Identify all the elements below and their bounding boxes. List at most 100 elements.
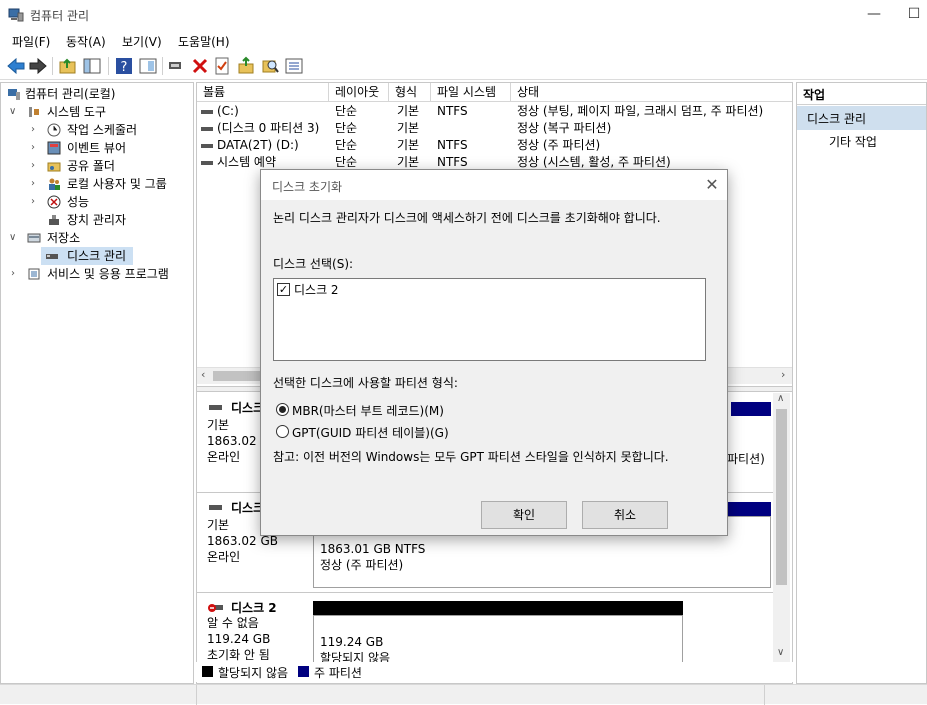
properties-pane-icon[interactable] — [138, 56, 158, 76]
tree-label: 성능 — [67, 195, 90, 209]
disk-state: 온라인 — [207, 550, 241, 564]
partition-status: 파티션) — [727, 452, 765, 466]
disk-error-icon — [208, 604, 223, 612]
disk-2-checkbox[interactable]: ✓ — [277, 283, 290, 296]
scroll-down-icon[interactable]: ∨ — [777, 647, 784, 658]
list-view-icon[interactable] — [284, 56, 304, 76]
checklist-icon[interactable] — [212, 56, 232, 76]
chevron-right-icon[interactable]: › — [11, 265, 15, 283]
services-icon — [28, 268, 40, 280]
dialog-note: 참고: 이전 버전의 Windows는 모두 GPT 파티션 스타일을 인식하지… — [273, 450, 669, 464]
actions-header: 작업 — [797, 83, 926, 105]
menu-view[interactable]: 보기(V) — [122, 33, 162, 50]
unallocated-bar — [313, 601, 683, 615]
dialog-title: 디스크 초기화 — [272, 180, 343, 194]
forward-arrow-icon[interactable] — [28, 56, 48, 76]
partition-style-label: 선택한 디스크에 사용할 파티션 형식: — [273, 376, 458, 390]
actions-more[interactable]: 기타 작업 — [829, 133, 877, 150]
column-header-type[interactable]: 형식 — [389, 83, 431, 102]
search-icon[interactable] — [260, 56, 280, 76]
column-header-status[interactable]: 상태 — [511, 83, 792, 102]
menu-file[interactable]: 파일(F) — [12, 33, 50, 50]
event-viewer-icon — [47, 141, 61, 155]
menu-help[interactable]: 도움말(H) — [178, 33, 230, 50]
cell-type: 기본 — [397, 121, 420, 135]
scroll-left-icon[interactable]: ‹ — [201, 368, 205, 381]
column-header-filesystem[interactable]: 파일 시스템 — [431, 83, 511, 102]
primary-partition-bar — [731, 402, 771, 416]
connect-icon[interactable] — [166, 56, 186, 76]
scroll-up-icon[interactable]: ∧ — [777, 393, 784, 404]
unallocated-box[interactable]: 119.24 GB 할당되지 않음 — [313, 615, 683, 665]
clock-icon — [47, 123, 61, 137]
table-row[interactable]: (디스크 0 파티션 3) 단순 기본 정상 (복구 파티션) — [197, 120, 792, 137]
chevron-down-icon[interactable]: ∨ — [9, 229, 16, 247]
computer-management-icon — [8, 89, 20, 100]
chevron-right-icon[interactable]: › — [31, 139, 35, 157]
vertical-scrollbar[interactable]: ∧ ∨ — [773, 393, 790, 663]
chevron-right-icon[interactable]: › — [31, 157, 35, 175]
mbr-label[interactable]: MBR(마스터 부트 레코드)(M) — [292, 402, 444, 419]
column-header-volume[interactable]: 볼륨 — [197, 83, 329, 102]
cell-status: 정상 (복구 파티션) — [517, 121, 612, 135]
back-arrow-icon[interactable] — [6, 56, 26, 76]
tools-icon — [29, 107, 39, 117]
help-icon[interactable]: ? — [114, 56, 134, 76]
chevron-right-icon[interactable]: › — [31, 175, 35, 193]
legend-label: 주 파티션 — [314, 666, 362, 680]
mbr-radio[interactable] — [276, 403, 289, 416]
legend-swatch-unallocated — [202, 666, 213, 677]
gpt-label[interactable]: GPT(GUID 파티션 테이블)(G) — [292, 424, 449, 441]
volume-icon — [201, 144, 213, 148]
disk-drive-icon — [46, 254, 58, 259]
dialog-message: 논리 디스크 관리자가 디스크에 액세스하기 전에 디스크를 초기화해야 합니다… — [273, 211, 661, 225]
ok-button[interactable]: 확인 — [481, 501, 567, 529]
dialog-title-bar: 디스크 초기화 ✕ — [261, 170, 727, 200]
cell-layout: 단순 — [335, 104, 358, 118]
column-header-layout[interactable]: 레이아웃 — [329, 83, 389, 102]
scroll-right-icon[interactable]: › — [781, 368, 785, 381]
delete-icon[interactable] — [190, 56, 210, 76]
toolbar: ? — [0, 52, 927, 80]
chevron-right-icon[interactable]: › — [31, 193, 35, 211]
table-row[interactable]: (C:) 단순 기본 NTFS 정상 (부팅, 페이지 파일, 크래시 덤프, … — [197, 103, 792, 120]
cell-status: 정상 (주 파티션) — [517, 138, 601, 152]
table-row[interactable]: DATA(2T) (D:) 단순 기본 NTFS 정상 (주 파티션) — [197, 137, 792, 154]
chevron-right-icon[interactable]: › — [31, 121, 35, 139]
tree-label: 장치 관리자 — [67, 213, 127, 227]
maximize-button[interactable]: ☐ — [902, 3, 926, 25]
menu-action[interactable]: 동작(A) — [66, 33, 106, 50]
status-divider — [764, 685, 765, 705]
console-tree: 컴퓨터 관리(로컬) ∨ 시스템 도구 › 작업 스케줄러 › 이벤트 뷰어 ›… — [0, 82, 194, 684]
disk-type: 알 수 없음 — [207, 616, 259, 630]
gpt-radio[interactable] — [276, 425, 289, 438]
volume-icon — [201, 161, 213, 165]
performance-icon — [47, 195, 61, 209]
disk-icon — [209, 405, 222, 410]
minimize-button[interactable]: — — [862, 3, 886, 25]
actions-section-disk-management[interactable]: 디스크 관리 — [797, 106, 926, 130]
show-hide-tree-icon[interactable] — [82, 56, 102, 76]
import-icon[interactable] — [236, 56, 256, 76]
tree-label: 시스템 도구 — [47, 105, 107, 119]
scrollbar-thumb[interactable] — [776, 409, 787, 585]
volume-icon — [201, 127, 213, 131]
disk-type: 기본 — [207, 518, 230, 532]
tree-item-disk-management[interactable]: 디스크 관리 — [41, 247, 133, 265]
chevron-down-icon[interactable]: ∨ — [9, 103, 16, 121]
disk-select-list[interactable]: ✓ 디스크 2 — [273, 278, 706, 361]
tree-label: 공유 폴더 — [67, 159, 115, 173]
disk-state: 초기화 안 됨 — [207, 648, 270, 662]
cell-volume: (C:) — [217, 104, 239, 118]
cancel-button[interactable]: 취소 — [582, 501, 668, 529]
users-icon — [49, 178, 60, 190]
tree-label: 디스크 관리 — [67, 249, 127, 263]
cell-type: 기본 — [397, 138, 420, 152]
volume-icon — [201, 110, 213, 114]
up-folder-icon[interactable] — [58, 56, 78, 76]
tree-label: 컴퓨터 관리(로컬) — [25, 87, 116, 101]
disk-list-item[interactable]: 디스크 2 — [294, 281, 339, 298]
toolbar-separator — [162, 57, 163, 75]
close-icon[interactable]: ✕ — [701, 175, 723, 195]
svg-text:?: ? — [121, 60, 128, 75]
